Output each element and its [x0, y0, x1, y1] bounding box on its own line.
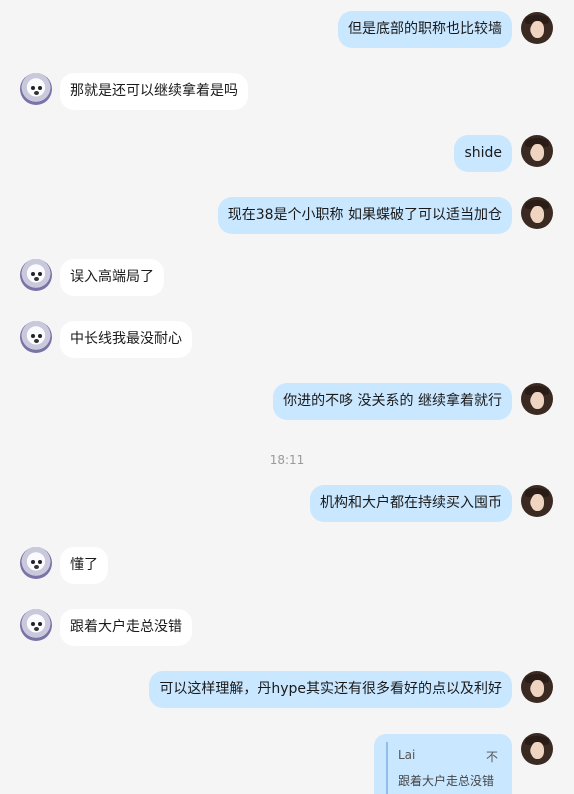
- user-avatar[interactable]: [521, 485, 553, 517]
- user-avatar[interactable]: [521, 383, 553, 415]
- user-avatar[interactable]: [521, 135, 553, 167]
- contact-avatar[interactable]: [20, 73, 52, 105]
- message-bubble-outgoing[interactable]: 你进的不哆 没关系的 继续拿着就行: [273, 383, 512, 420]
- contact-avatar[interactable]: [20, 547, 52, 579]
- message-bubble-incoming[interactable]: 跟着大户走总没错: [60, 609, 192, 646]
- message-bubble-outgoing[interactable]: shide: [454, 135, 512, 172]
- user-avatar[interactable]: [521, 671, 553, 703]
- user-avatar[interactable]: [521, 733, 553, 765]
- quote-header-text: 不: [485, 750, 498, 764]
- quoted-reply-bubble[interactable]: Lai 不 跟着大户走总没错: [374, 734, 512, 794]
- message-bubble-incoming[interactable]: 中长线我最没耐心: [60, 321, 192, 358]
- quote-text: 跟着大户走总没错: [398, 774, 495, 788]
- message-bubble-incoming[interactable]: 懂了: [60, 547, 108, 584]
- message-bubble-outgoing[interactable]: 现在38是个小职称 如果蝶破了可以适当加仓: [217, 197, 512, 234]
- message-bubble-incoming[interactable]: 误入高端局了: [60, 259, 164, 296]
- user-avatar[interactable]: [521, 12, 553, 44]
- message-bubble-outgoing[interactable]: 但是底部的职称也比较墙: [338, 11, 512, 48]
- message-bubble-outgoing[interactable]: 可以这样理解，丹hype其实还有很多看好的点以及利好: [149, 671, 512, 708]
- contact-avatar[interactable]: [20, 321, 52, 353]
- quote-block: Lai 不 跟着大户走总没错: [386, 742, 498, 794]
- message-timestamp: 18:11: [269, 453, 305, 467]
- message-bubble-outgoing[interactable]: 机构和大户都在持续买入囤币: [310, 485, 512, 522]
- contact-avatar[interactable]: [20, 609, 52, 641]
- contact-avatar[interactable]: [20, 259, 52, 291]
- user-avatar[interactable]: [521, 197, 553, 229]
- message-bubble-incoming[interactable]: 那就是还可以继续拿着是吗: [60, 73, 248, 110]
- quote-author: Lai: [398, 748, 416, 762]
